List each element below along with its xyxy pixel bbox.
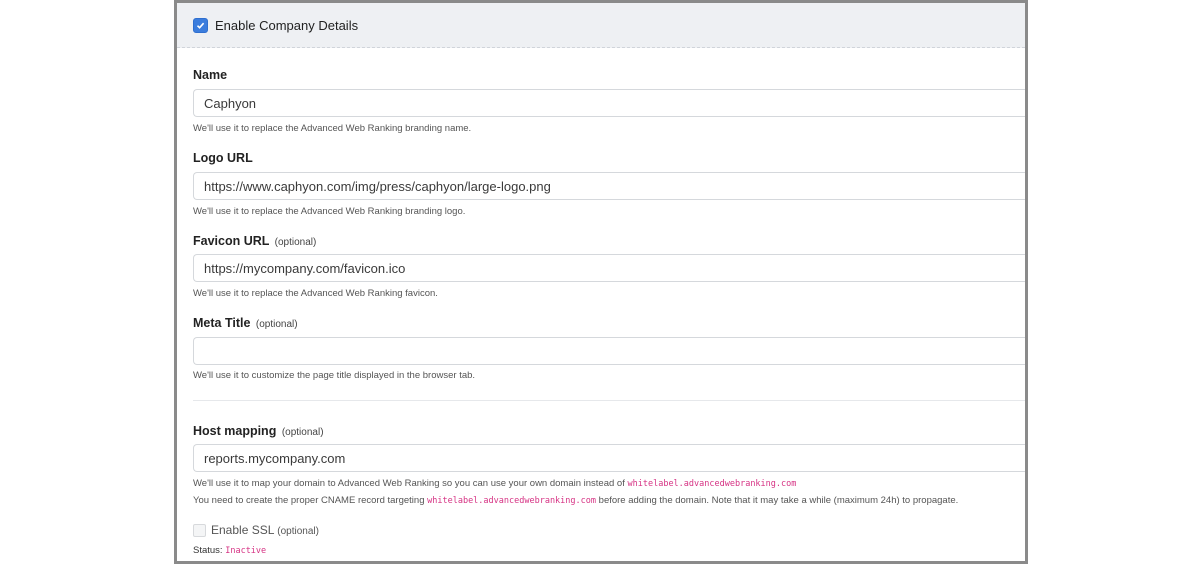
check-icon — [196, 22, 205, 29]
panel-header: Enable Company Details — [177, 3, 1025, 48]
section-divider — [193, 400, 1025, 401]
name-input[interactable]: Caphyon — [193, 89, 1025, 117]
host-mapping-input[interactable]: reports.mycompany.com — [193, 444, 1025, 472]
host-mapping-help-1: We'll use it to map your domain to Advan… — [193, 478, 797, 489]
logo-url-input[interactable]: https://www.caphyon.com/img/press/caphyo… — [193, 172, 1025, 200]
meta-title-label: Meta Title (optional) — [193, 316, 298, 330]
favicon-url-help: We'll use it to replace the Advanced Web… — [193, 288, 438, 299]
ssl-status-value: Inactive — [225, 546, 267, 556]
meta-title-input[interactable] — [193, 337, 1025, 365]
enable-ssl-label: Enable SSL (optional) — [211, 523, 319, 537]
name-label: Name — [193, 68, 228, 82]
favicon-url-label: Favicon URL (optional) — [193, 234, 317, 248]
host-mapping-label: Host mapping (optional) — [193, 424, 324, 438]
logo-url-label: Logo URL — [193, 151, 253, 165]
logo-url-help: We'll use it to replace the Advanced Web… — [193, 206, 466, 217]
enable-company-details-label: Enable Company Details — [215, 17, 359, 33]
meta-title-help: We'll use it to customize the page title… — [193, 370, 476, 381]
company-details-panel: Enable Company Details Name Caphyon We'l… — [174, 0, 1028, 564]
cname-target-code: whitelabel.advancedwebranking.com — [427, 496, 597, 506]
name-help: We'll use it to replace the Advanced Web… — [193, 123, 472, 134]
favicon-url-input[interactable]: https://mycompany.com/favicon.ico — [193, 254, 1025, 282]
ssl-status: Status: Inactive — [193, 545, 267, 556]
enable-ssl-checkbox[interactable] — [193, 524, 206, 537]
whitelabel-domain-code: whitelabel.advancedwebranking.com — [627, 479, 797, 489]
enable-company-details-checkbox[interactable] — [193, 17, 208, 33]
host-mapping-help-2: You need to create the proper CNAME reco… — [193, 495, 959, 506]
